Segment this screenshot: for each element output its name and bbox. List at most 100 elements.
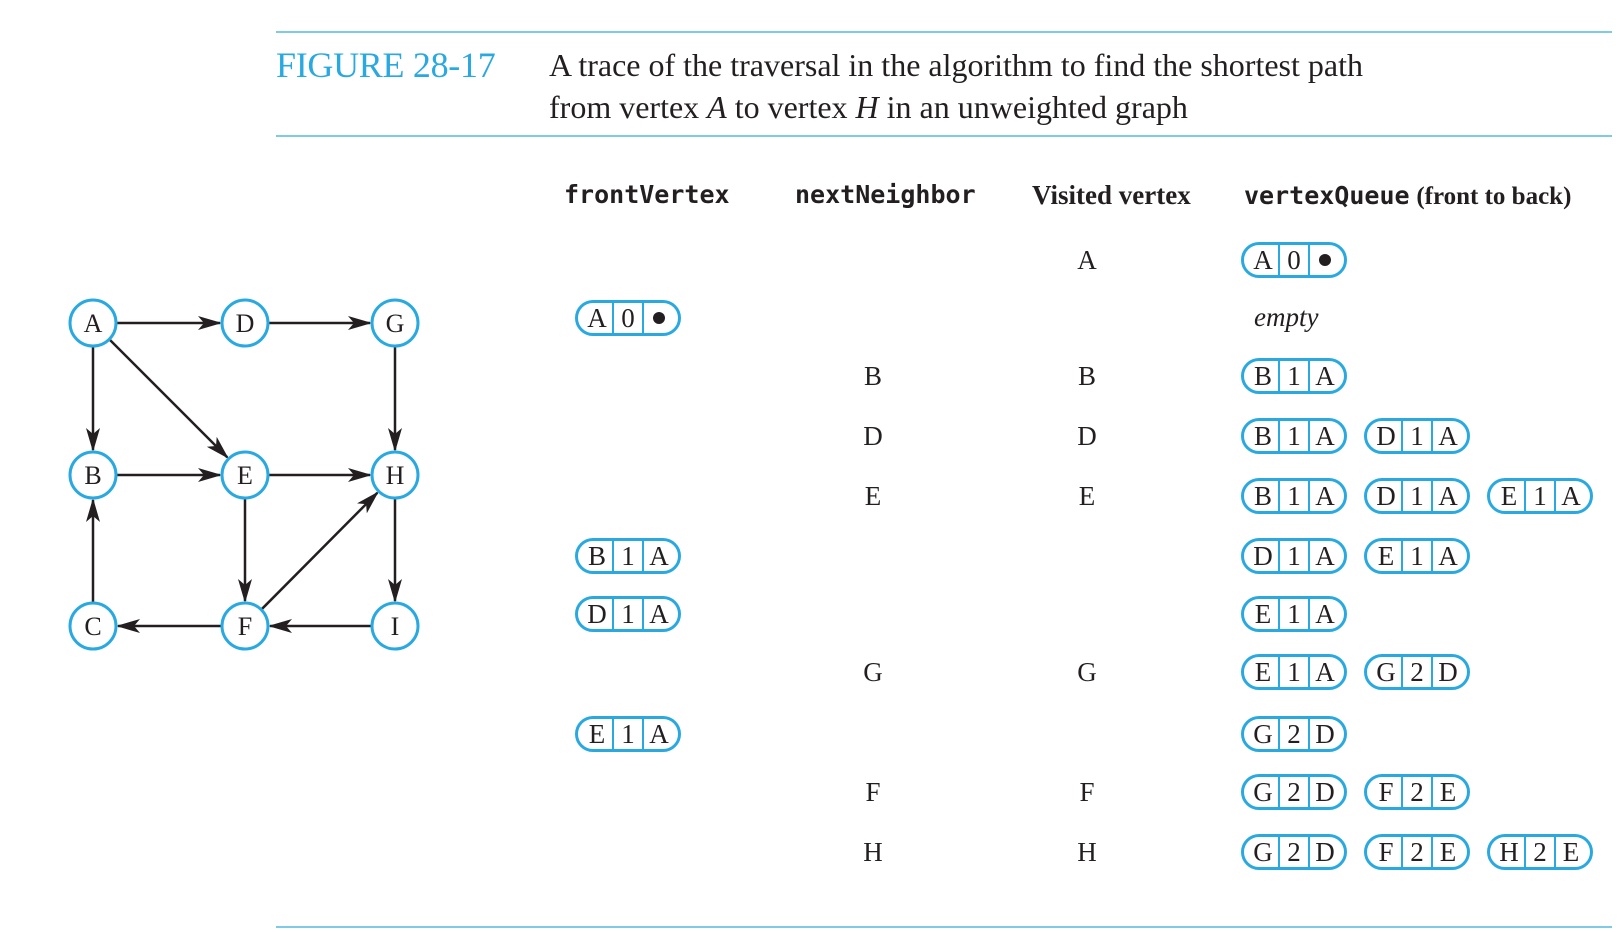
node-predecessor: E bbox=[1554, 837, 1590, 867]
node-vertex: G bbox=[1253, 718, 1273, 749]
node-predecessor: A bbox=[1308, 541, 1344, 571]
node-predecessor: E bbox=[1431, 777, 1467, 807]
null-dot bbox=[1319, 254, 1332, 266]
queue-node: H2E bbox=[1487, 834, 1593, 870]
node-vertex: A bbox=[587, 302, 607, 333]
node-length: 1 bbox=[611, 541, 642, 571]
node-predecessor: A bbox=[1431, 421, 1467, 451]
node-length: 1 bbox=[1277, 541, 1308, 571]
vertex-label-I: I bbox=[391, 612, 400, 641]
node-predecessor: A bbox=[1308, 481, 1344, 511]
front-vertex-node: A0 bbox=[575, 300, 681, 336]
node-length: 1 bbox=[611, 719, 642, 749]
node-vertex: A bbox=[1253, 244, 1273, 275]
vertex-label-C: C bbox=[84, 612, 101, 641]
node-vertex: D bbox=[1376, 420, 1396, 451]
node-predecessor: D bbox=[1308, 777, 1344, 807]
next-neighbor-cell: E bbox=[864, 481, 882, 511]
visited-vertex-cell: F bbox=[1079, 777, 1095, 807]
visited-vertex-cell: E bbox=[1078, 481, 1096, 511]
visited-vertex-cell: G bbox=[1077, 657, 1097, 687]
front-vertex-node: B1A bbox=[575, 538, 681, 574]
visited-vertex-cell: H bbox=[1077, 837, 1097, 867]
node-vertex: B bbox=[1253, 420, 1272, 451]
node-null-pointer bbox=[642, 303, 678, 333]
queue-node: F2E bbox=[1364, 834, 1470, 870]
node-vertex: E bbox=[1377, 540, 1395, 571]
next-neighbor-cell: D bbox=[863, 421, 883, 451]
queue-node: B1A bbox=[1241, 478, 1347, 514]
next-neighbor-cell: B bbox=[863, 361, 882, 391]
node-predecessor: A bbox=[1308, 599, 1344, 629]
node-predecessor: A bbox=[642, 719, 678, 749]
node-predecessor: D bbox=[1431, 657, 1467, 687]
node-length: 2 bbox=[1523, 837, 1554, 867]
node-length: 1 bbox=[1277, 361, 1308, 391]
queue-node: F2E bbox=[1364, 774, 1470, 810]
node-length: 2 bbox=[1277, 837, 1308, 867]
bottom-rule bbox=[276, 926, 1612, 928]
queue-node: E1A bbox=[1364, 538, 1470, 574]
queue-node: D1A bbox=[1364, 478, 1470, 514]
queue-node: B1A bbox=[1241, 418, 1347, 454]
vertex-label-D: D bbox=[236, 309, 255, 338]
node-vertex: E bbox=[1254, 656, 1272, 687]
node-length: 0 bbox=[611, 303, 642, 333]
node-length: 1 bbox=[1277, 599, 1308, 629]
node-predecessor: E bbox=[1431, 837, 1467, 867]
node-length: 1 bbox=[1400, 481, 1431, 511]
vertex-label-B: B bbox=[84, 461, 101, 490]
node-predecessor: D bbox=[1308, 837, 1344, 867]
node-predecessor: A bbox=[642, 599, 678, 629]
next-neighbor-cell: G bbox=[863, 657, 883, 687]
visited-vertex-cell: D bbox=[1077, 421, 1097, 451]
node-predecessor: A bbox=[1554, 481, 1590, 511]
node-vertex: B bbox=[587, 540, 606, 571]
node-predecessor: A bbox=[1431, 541, 1467, 571]
node-length: 1 bbox=[1400, 421, 1431, 451]
edge-F-H bbox=[260, 491, 379, 611]
node-vertex: D bbox=[1376, 480, 1396, 511]
node-vertex: E bbox=[588, 718, 606, 749]
next-neighbor-cell: F bbox=[865, 777, 881, 807]
queue-node: E1A bbox=[1241, 654, 1347, 690]
node-predecessor: D bbox=[1308, 719, 1344, 749]
queue-node: D1A bbox=[1364, 418, 1470, 454]
front-vertex-node: E1A bbox=[575, 716, 681, 752]
vertex-label-F: F bbox=[238, 612, 252, 641]
node-length: 0 bbox=[1277, 245, 1308, 275]
node-length: 2 bbox=[1400, 837, 1431, 867]
queue-node: A0 bbox=[1241, 242, 1347, 278]
vertex-label-E: E bbox=[237, 461, 253, 490]
front-vertex-node: D1A bbox=[575, 596, 681, 632]
node-vertex: H bbox=[1499, 836, 1519, 867]
edge-A-E bbox=[108, 338, 229, 459]
node-vertex: D bbox=[587, 598, 607, 629]
node-predecessor: A bbox=[1308, 361, 1344, 391]
queue-node: G2D bbox=[1241, 716, 1347, 752]
node-length: 2 bbox=[1277, 719, 1308, 749]
node-length: 1 bbox=[611, 599, 642, 629]
node-length: 1 bbox=[1277, 657, 1308, 687]
node-predecessor: A bbox=[642, 541, 678, 571]
node-vertex: B bbox=[1253, 360, 1272, 391]
queue-node: B1A bbox=[1241, 358, 1347, 394]
node-predecessor: A bbox=[1431, 481, 1467, 511]
node-null-pointer bbox=[1308, 245, 1344, 275]
null-dot bbox=[653, 312, 666, 324]
node-length: 1 bbox=[1277, 481, 1308, 511]
vertex-label-H: H bbox=[386, 461, 405, 490]
node-vertex: F bbox=[1378, 776, 1394, 807]
node-vertex: G bbox=[1376, 656, 1396, 687]
queue-node: E1A bbox=[1241, 596, 1347, 632]
vertex-label-G: G bbox=[386, 309, 405, 338]
node-vertex: F bbox=[1378, 836, 1394, 867]
node-length: 1 bbox=[1400, 541, 1431, 571]
next-neighbor-cell: H bbox=[863, 837, 883, 867]
queue-node: G2D bbox=[1364, 654, 1470, 690]
node-vertex: E bbox=[1500, 480, 1518, 511]
node-vertex: G bbox=[1253, 776, 1273, 807]
queue-node: D1A bbox=[1241, 538, 1347, 574]
node-predecessor: A bbox=[1308, 657, 1344, 687]
queue-node: G2D bbox=[1241, 774, 1347, 810]
